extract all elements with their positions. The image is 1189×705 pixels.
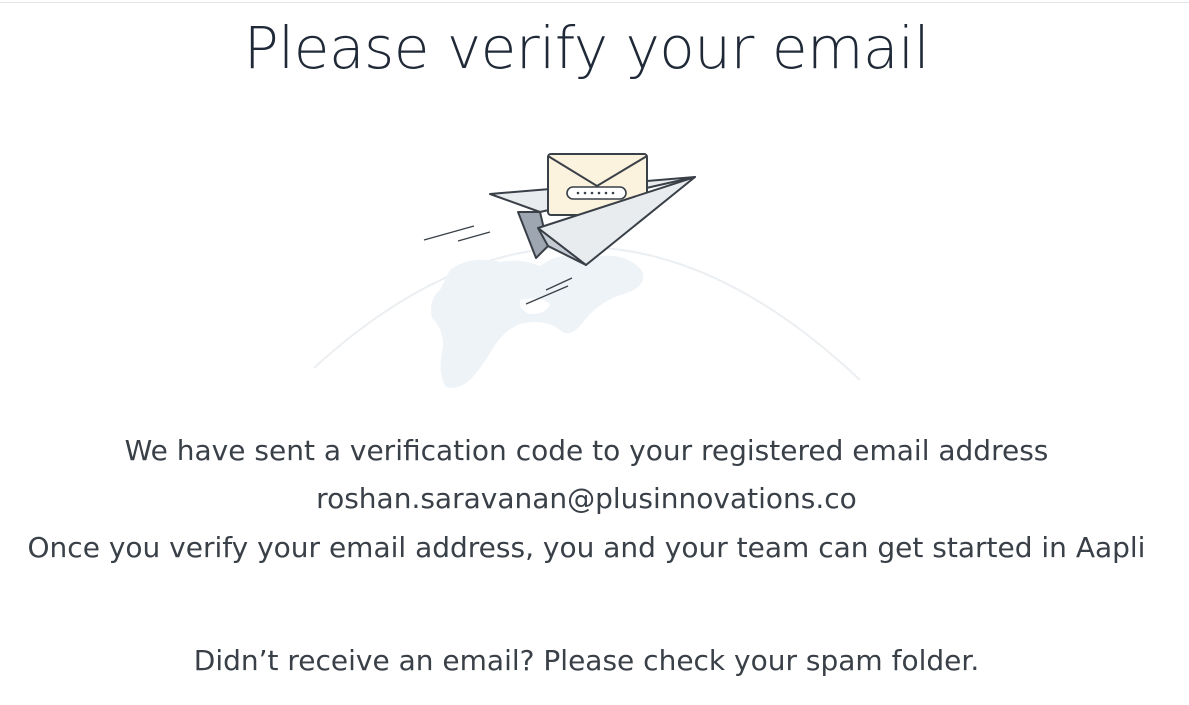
globe-continent-icon (431, 255, 644, 388)
spam-folder-note: Didn’t receive an email? Please check yo… (193, 644, 980, 677)
verify-email-illustration (300, 140, 880, 400)
page-title: Please verify your email (243, 14, 930, 82)
top-divider (0, 2, 1189, 3)
registered-email-text: roshan.saravanan@plusinnovations.co (316, 482, 857, 515)
verification-sent-text: We have sent a verification code to your… (124, 434, 1049, 467)
get-started-text: Once you verify your email address, you … (27, 531, 1146, 564)
